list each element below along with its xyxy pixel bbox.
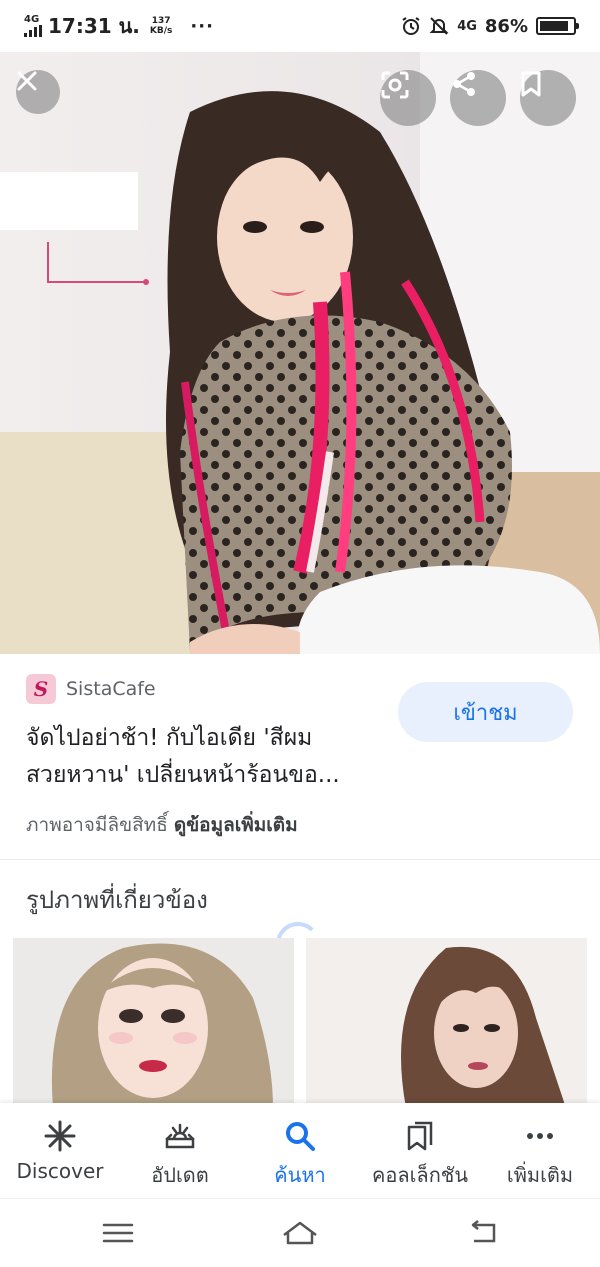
more-notifications-icon: ··· bbox=[190, 15, 214, 37]
divider bbox=[0, 859, 600, 860]
nav-label: Discover bbox=[16, 1159, 104, 1183]
preview-image[interactable] bbox=[0, 52, 600, 654]
share-button[interactable] bbox=[450, 70, 506, 126]
collections-icon bbox=[407, 1121, 433, 1151]
nav-label: ค้นหา bbox=[274, 1163, 326, 1187]
nav-updates[interactable]: อัปเดต bbox=[120, 1103, 240, 1198]
result-card: S SistaCafe จัดไปอย่าช้า! กับไอเดีย 'สีผ… bbox=[0, 654, 600, 860]
share-icon bbox=[453, 72, 475, 96]
recent-apps-icon[interactable] bbox=[98, 1217, 138, 1249]
visit-button[interactable]: เข้าชม bbox=[398, 682, 573, 742]
signal-icon: 4G bbox=[24, 15, 42, 37]
source-favicon: S bbox=[26, 674, 56, 704]
close-icon bbox=[17, 71, 37, 91]
nav-collections[interactable]: คอลเล็กชัน bbox=[360, 1103, 480, 1198]
lens-button[interactable] bbox=[380, 70, 436, 126]
source-name: SistaCafe bbox=[66, 678, 156, 700]
system-navigation-bar bbox=[0, 1198, 600, 1267]
notifications-off-icon bbox=[429, 17, 449, 35]
result-title[interactable]: จัดไปอย่าช้า! กับไอเดีย 'สีผม สวยหวาน' เ… bbox=[26, 720, 376, 794]
discover-icon bbox=[44, 1120, 76, 1152]
nav-search[interactable]: ค้นหา bbox=[240, 1103, 360, 1198]
related-photo-1 bbox=[13, 938, 294, 1108]
nav-label: อัปเดต bbox=[151, 1163, 209, 1187]
alarm-icon bbox=[402, 17, 420, 35]
source[interactable]: S SistaCafe bbox=[26, 674, 156, 704]
home-icon[interactable] bbox=[280, 1217, 320, 1249]
search-icon bbox=[286, 1122, 315, 1151]
nav-discover[interactable]: Discover bbox=[0, 1103, 120, 1198]
bookmark-icon bbox=[521, 71, 541, 97]
close-button[interactable] bbox=[16, 70, 60, 114]
status-bar: 4G 17:31 น. 137 KB/s ··· 4G 86% bbox=[0, 0, 600, 52]
network-speed: 137 KB/s bbox=[149, 16, 173, 36]
copyright-text: ภาพอาจมีลิขสิทธิ์ bbox=[26, 814, 168, 836]
result-title-line-1: จัดไปอย่าช้า! กับไอเดีย 'สีผม bbox=[26, 725, 313, 751]
lens-icon bbox=[381, 71, 409, 99]
related-image-2[interactable] bbox=[306, 938, 587, 1108]
related-images-heading: รูปภาพที่เกี่ยวข้อง bbox=[26, 886, 208, 914]
back-icon[interactable] bbox=[464, 1217, 504, 1249]
battery-icon bbox=[536, 17, 579, 35]
hero-photo bbox=[0, 52, 600, 654]
related-image-1[interactable] bbox=[13, 938, 294, 1108]
nav-more[interactable]: เพิ่มเติม bbox=[480, 1103, 600, 1198]
nav-label: คอลเล็กชัน bbox=[371, 1163, 469, 1187]
updates-icon bbox=[165, 1123, 195, 1149]
related-photo-2 bbox=[306, 938, 587, 1108]
more-icon bbox=[527, 1133, 553, 1139]
bottom-navigation: Discover อัปเดต ค้นหา คอลเล็กชัน เพิ่มเต… bbox=[0, 1103, 600, 1198]
more-info-link[interactable]: ดูข้อมูลเพิ่มเติม bbox=[174, 814, 298, 836]
copyright-notice: ภาพอาจมีลิขสิทธิ์ ดูข้อมูลเพิ่มเติม bbox=[26, 810, 298, 840]
network-type-right: 4G bbox=[457, 18, 477, 34]
nav-label: เพิ่มเติม bbox=[506, 1163, 574, 1187]
battery-percent: 86% bbox=[484, 15, 528, 37]
clock: 17:31 น. bbox=[48, 14, 140, 38]
result-title-line-2: สวยหวาน' เปลี่ยนหน้าร้อนขอ... bbox=[26, 762, 340, 788]
save-button[interactable] bbox=[520, 70, 576, 126]
